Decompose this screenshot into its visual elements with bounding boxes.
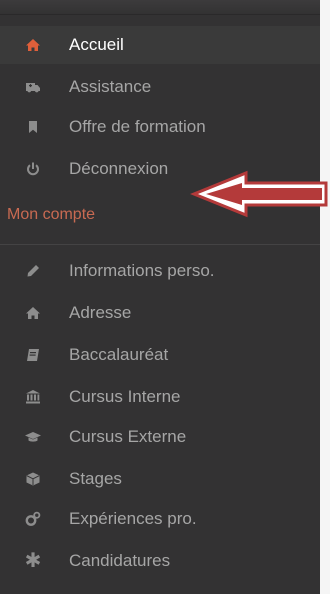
- sidebar-item-candidatures[interactable]: ✱ Candidatures: [0, 542, 320, 580]
- sidebar-item-label: Stages: [69, 469, 122, 488]
- nav-item-offre-de-formation[interactable]: Offre de formation: [0, 108, 320, 146]
- sidebar-item-label: Baccalauréat: [69, 345, 169, 364]
- cube-icon: [24, 470, 42, 488]
- sidebar-top-edge: [0, 0, 320, 15]
- sidebar-item-informations-perso[interactable]: Informations perso.: [0, 252, 320, 290]
- sidebar-nav: Accueil Assistance Offre de formation Dé…: [0, 0, 320, 594]
- section-divider: [0, 244, 320, 245]
- sidebar-item-label: Adresse: [69, 303, 132, 322]
- institution-icon: [24, 388, 42, 406]
- book-icon: [24, 346, 42, 364]
- cogs-icon: [24, 510, 42, 528]
- sidebar-item-label: Candidatures: [69, 551, 171, 570]
- home-icon: [24, 304, 42, 322]
- nav-item-deconnexion[interactable]: Déconnexion: [0, 150, 320, 188]
- sidebar-item-label: Informations perso.: [69, 261, 215, 280]
- home-icon: [24, 36, 42, 54]
- sidebar-item-stages[interactable]: Stages: [0, 460, 320, 498]
- nav-item-label: Offre de formation: [69, 117, 206, 136]
- sidebar-item-label: Expériences pro.: [69, 509, 197, 528]
- ambulance-icon: [24, 78, 42, 96]
- pencil-icon: [24, 262, 42, 280]
- sidebar-item-experiences-pro[interactable]: Expériences pro.: [0, 500, 320, 538]
- nav-item-assistance[interactable]: Assistance: [0, 68, 320, 106]
- asterisk-icon: ✱: [24, 550, 42, 572]
- nav-item-label: Accueil: [69, 35, 124, 54]
- power-icon: [24, 160, 42, 178]
- sidebar-item-cursus-interne[interactable]: Cursus Interne: [0, 378, 320, 416]
- graduation-cap-icon: [24, 428, 42, 446]
- nav-item-label: Déconnexion: [69, 159, 169, 178]
- nav-item-accueil[interactable]: Accueil: [0, 26, 320, 64]
- sidebar-item-label: Cursus Interne: [69, 387, 181, 406]
- section-title-mon-compte: Mon compte: [7, 206, 96, 223]
- sidebar-item-baccalaureat[interactable]: Baccalauréat: [0, 336, 320, 374]
- sidebar-item-adresse[interactable]: Adresse: [0, 294, 320, 332]
- page-background-strip: [320, 0, 330, 594]
- bookmark-icon: [24, 118, 42, 136]
- sidebar-item-label: Cursus Externe: [69, 427, 187, 446]
- nav-item-label: Assistance: [69, 77, 152, 96]
- sidebar-item-cursus-externe[interactable]: Cursus Externe: [0, 418, 320, 456]
